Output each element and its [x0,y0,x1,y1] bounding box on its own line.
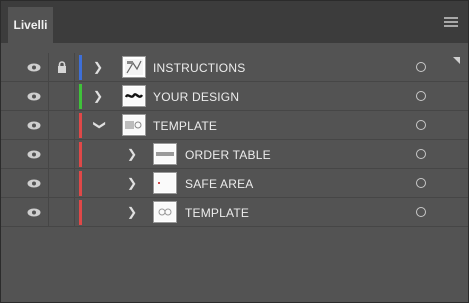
layer-thumbnail [122,114,146,136]
chevron-right-icon[interactable]: ❯ [126,205,138,219]
selection-corner-marker [453,57,460,64]
layer-name[interactable]: TEMPLATE [185,206,249,220]
layer-name[interactable]: YOUR DESIGN [153,90,239,104]
visibility-eye-icon[interactable] [27,208,41,217]
visibility-eye-icon[interactable] [27,121,41,130]
layer-target-circle[interactable] [416,91,426,101]
chevron-right-icon[interactable]: ❯ [126,176,138,190]
layer-thumbnail [153,201,177,223]
layer-name[interactable]: SAFE AREA [185,177,254,191]
chevron-right-icon[interactable]: ❯ [92,89,104,103]
layer-target-circle[interactable] [416,207,426,217]
layer-color-bar [79,55,82,80]
layer-row-your-design[interactable]: ❯ YOUR DESIGN [1,82,468,111]
layers-panel: Livelli ❯ INSTRUCTIONS ❯ YOUR DESIGN ❯ T… [0,0,469,303]
layer-row-instructions[interactable]: ❯ INSTRUCTIONS [1,53,468,82]
panel-tab-bar: Livelli [1,1,468,43]
chevron-right-icon[interactable]: ❯ [126,147,138,161]
tab-layers[interactable]: Livelli [8,7,53,43]
layer-name[interactable]: TEMPLATE [153,119,217,133]
hamburger-menu-icon[interactable] [444,17,458,27]
chevron-right-icon[interactable]: ❯ [92,60,104,74]
layer-row-order-table[interactable]: ❯ ORDER TABLE [1,140,468,169]
layer-color-bar [79,113,82,138]
visibility-eye-icon[interactable] [27,63,41,72]
layer-name[interactable]: ORDER TABLE [185,148,271,162]
layer-color-bar [79,142,82,167]
layer-color-bar [79,84,82,109]
layer-name[interactable]: INSTRUCTIONS [153,61,245,75]
layer-row-safe-area[interactable]: ❯ SAFE AREA [1,169,468,198]
layer-thumbnail [122,85,146,107]
lock-icon[interactable] [57,61,67,73]
visibility-eye-icon[interactable] [27,179,41,188]
layer-row-template[interactable]: ❯ TEMPLATE [1,111,468,140]
layer-thumbnail [122,56,146,78]
layer-target-circle[interactable] [416,149,426,159]
layer-row-template-sub[interactable]: ❯ TEMPLATE [1,198,468,227]
layer-target-circle[interactable] [416,62,426,72]
layer-thumbnail [153,172,177,194]
visibility-eye-icon[interactable] [27,92,41,101]
visibility-eye-icon[interactable] [27,150,41,159]
layer-thumbnail [153,143,177,165]
layer-color-bar [79,200,82,225]
layer-target-circle[interactable] [416,178,426,188]
chevron-down-icon[interactable]: ❯ [93,119,107,131]
layer-target-circle[interactable] [416,120,426,130]
layer-color-bar [79,171,82,196]
